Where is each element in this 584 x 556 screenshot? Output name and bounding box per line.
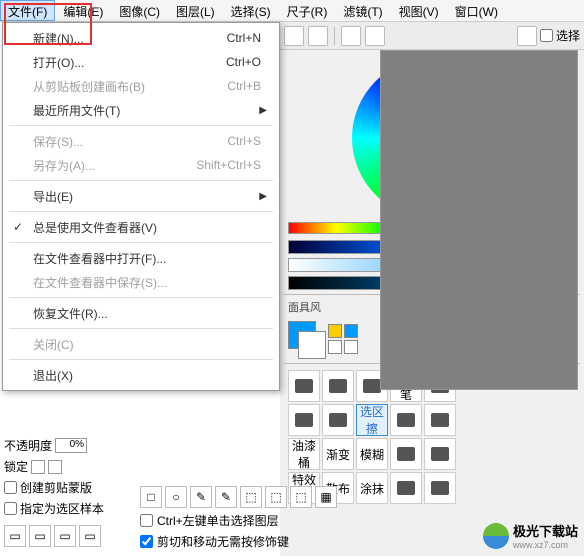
background-swatch[interactable] (298, 331, 326, 359)
select-checkbox[interactable] (540, 29, 553, 42)
brush-tool[interactable] (322, 370, 354, 402)
menu-item-save-as: 另存为(A)...Shift+Ctrl+S (5, 153, 277, 177)
brush-tool[interactable] (424, 438, 456, 470)
menu-ruler[interactable]: 尺子(R) (279, 0, 336, 21)
canvas-area[interactable] (380, 50, 578, 390)
tool-icon[interactable]: ✎ (190, 486, 212, 508)
menu-separator (9, 180, 273, 181)
lock-label: 锁定 (4, 458, 28, 475)
menu-separator (9, 328, 273, 329)
logo-name: 极光下载站 (513, 521, 578, 540)
chevron-right-icon: ▶ (259, 105, 267, 116)
brush-tool[interactable] (322, 404, 354, 436)
brush-blur[interactable]: 模糊 (356, 438, 388, 470)
file-menu-dropdown: 新建(N)...Ctrl+N 打开(O)...Ctrl+O 从剪贴板创建画布(B… (2, 22, 280, 391)
menu-separator (9, 242, 273, 243)
tool-icon[interactable] (365, 26, 385, 46)
palette-swatch[interactable] (328, 324, 342, 338)
tool-icon[interactable]: ○ (165, 486, 187, 508)
palette-swatch[interactable] (328, 340, 342, 354)
menu-item-recover[interactable]: 恢复文件(R)... (5, 301, 277, 325)
menu-image[interactable]: 图像(C) (111, 0, 168, 21)
tool-icon[interactable]: ⬚ (265, 486, 287, 508)
brush-gradient[interactable]: 渐变 (322, 438, 354, 470)
menu-item-save-in-viewer: 在文件查看器中保存(S)... (5, 270, 277, 294)
menu-edit[interactable]: 编辑(E) (55, 0, 111, 21)
menu-item-open-in-viewer[interactable]: 在文件查看器中打开(F)... (5, 246, 277, 270)
clipping-mask-label: 创建剪贴蒙版 (20, 479, 92, 496)
toolbar-separator (334, 27, 335, 45)
logo-url: www.xz7.com (513, 540, 578, 550)
cut-move-label: 剪切和移动无需按修饰键 (157, 533, 289, 550)
tool-icon[interactable] (308, 26, 328, 46)
tool-icon[interactable] (284, 26, 304, 46)
lock-icon[interactable] (31, 460, 45, 474)
cut-move-checkbox[interactable] (140, 535, 153, 548)
brush-tool[interactable] (288, 404, 320, 436)
menu-separator (9, 297, 273, 298)
menu-item-from-clipboard: 从剪贴板创建画布(B)Ctrl+B (5, 74, 277, 98)
menu-item-close: 关闭(C) (5, 332, 277, 356)
menu-file[interactable]: 文件(F) (0, 0, 55, 21)
chevron-right-icon: ▶ (259, 191, 267, 202)
tool-icon[interactable]: ✎ (215, 486, 237, 508)
menu-filter[interactable]: 滤镜(T) (335, 0, 390, 21)
palette-swatch[interactable] (344, 340, 358, 354)
top-toolbar: 选择 (280, 22, 584, 50)
layer-tool-icon[interactable]: ▭ (4, 525, 26, 547)
menu-item-recent[interactable]: 最近所用文件(T)▶ (5, 98, 277, 122)
layer-panel-bottom: 不透明度0% 锁定 创建剪贴蒙版 指定为选区样本 ▭ ▭ ▭ ▭ (4, 435, 134, 549)
menu-separator (9, 359, 273, 360)
brush-selection-erase[interactable]: 选区擦 (356, 404, 388, 436)
check-icon: ✓ (13, 220, 23, 234)
watermark-logo: 极光下载站 www.xz7.com (483, 521, 578, 550)
layer-tool-icon[interactable]: ▭ (79, 525, 101, 547)
layer-tool-icon[interactable]: ▭ (29, 525, 51, 547)
lock-icon[interactable] (48, 460, 62, 474)
clipping-mask-checkbox[interactable] (4, 481, 17, 494)
menu-item-exit[interactable]: 退出(X) (5, 363, 277, 387)
menu-item-always-viewer[interactable]: ✓总是使用文件查看器(V) (5, 215, 277, 239)
ctrl-click-checkbox[interactable] (140, 514, 153, 527)
tool-icon[interactable]: ⬚ (290, 486, 312, 508)
brush-tool[interactable] (390, 404, 422, 436)
menu-item-export[interactable]: 导出(E)▶ (5, 184, 277, 208)
menu-item-open[interactable]: 打开(O)...Ctrl+O (5, 50, 277, 74)
opacity-value[interactable]: 0% (55, 438, 87, 453)
tool-icon[interactable]: □ (140, 486, 162, 508)
layer-tool-icon[interactable]: ▭ (54, 525, 76, 547)
menu-layer[interactable]: 图层(L) (168, 0, 223, 21)
tool-icon[interactable] (341, 26, 361, 46)
palette-swatch[interactable] (344, 324, 358, 338)
selection-sample-label: 指定为选区样本 (20, 500, 104, 517)
brush-tool[interactable] (288, 370, 320, 402)
tool-icon[interactable] (517, 26, 537, 46)
tool-icon[interactable]: ⬚ (240, 486, 262, 508)
brush-tool[interactable] (424, 404, 456, 436)
logo-icon (483, 523, 509, 549)
brush-tool[interactable] (390, 438, 422, 470)
selection-sample-checkbox[interactable] (4, 502, 17, 515)
select-label: 选择 (556, 27, 580, 44)
menu-separator (9, 125, 273, 126)
menu-select[interactable]: 选择(S) (223, 0, 279, 21)
menu-item-save: 保存(S)...Ctrl+S (5, 129, 277, 153)
menu-window[interactable]: 窗口(W) (447, 0, 506, 21)
menu-view[interactable]: 视图(V) (391, 0, 447, 21)
menu-item-new[interactable]: 新建(N)...Ctrl+N (5, 26, 277, 50)
menubar: 文件(F) 编辑(E) 图像(C) 图层(L) 选择(S) 尺子(R) 滤镜(T… (0, 0, 584, 22)
opacity-label: 不透明度 (4, 437, 52, 454)
ctrl-click-label: Ctrl+左键单击选择图层 (157, 512, 279, 529)
brush-bucket[interactable]: 油漆桶 (288, 438, 320, 470)
tool-icon[interactable]: ▦ (315, 486, 337, 508)
menu-separator (9, 211, 273, 212)
